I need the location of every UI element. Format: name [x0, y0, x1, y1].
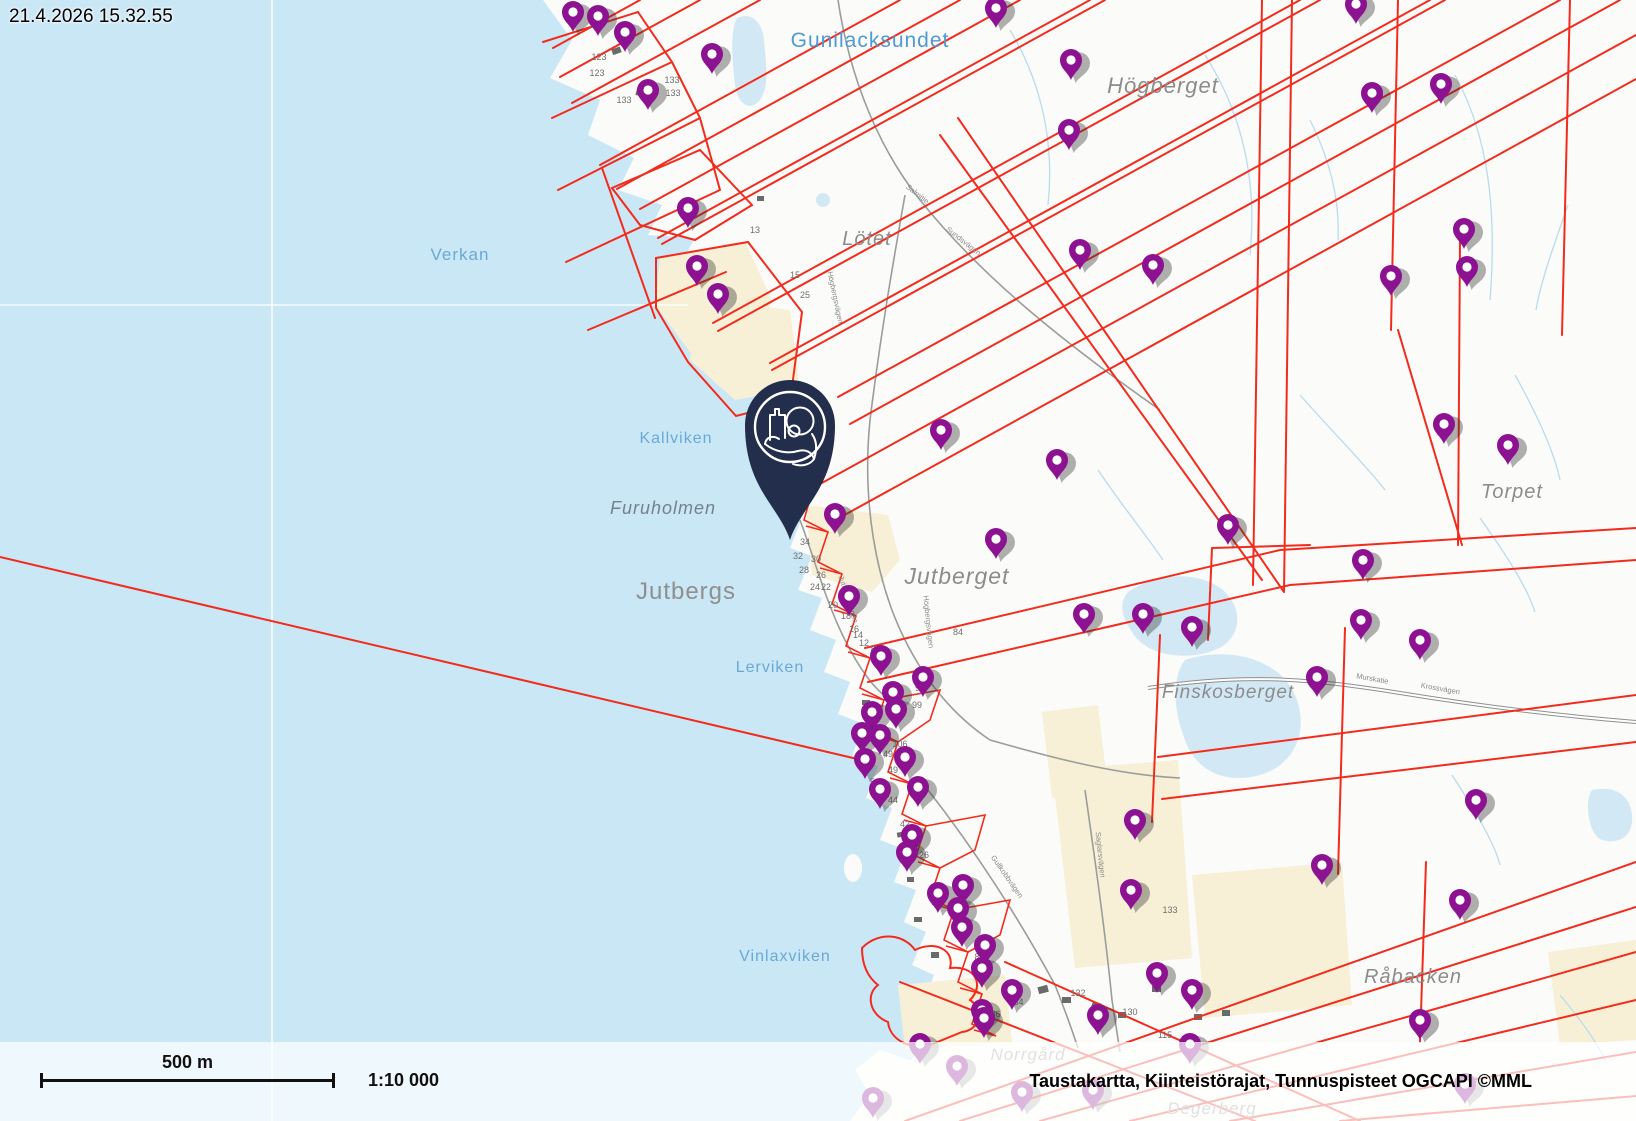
map-attribution: Taustakartta, Kiinteistörajat, Tunnuspis…	[1029, 1071, 1532, 1092]
parcel-number: 28	[799, 565, 809, 575]
place-label: Jutbergs	[636, 578, 736, 605]
parcel-number: 20	[828, 600, 838, 610]
map-canvas[interactable]: 1191231231331331331315253432302826242220…	[0, 0, 1636, 1121]
place-label: Gunilacksundet	[791, 29, 950, 52]
parcel-number: 13	[750, 225, 760, 235]
place-label: Vinlaxviken	[739, 948, 831, 965]
parcel-number: 49	[888, 765, 898, 775]
place-label: Högberget	[1107, 73, 1219, 98]
parcel-number: 34	[800, 537, 810, 547]
parcel-number: 32	[793, 551, 803, 561]
parcel-number: 24	[810, 582, 820, 592]
scale-bar-tick-right	[332, 1073, 335, 1088]
parcel-number: 12	[859, 638, 869, 648]
parcel-number: 132	[1070, 988, 1085, 998]
parcel-number: 130	[1122, 1007, 1137, 1017]
parcel-number: 84	[953, 627, 963, 637]
parcel-number: 133	[665, 88, 680, 98]
place-label: Verkan	[431, 245, 490, 264]
parcel-number: 123	[591, 52, 606, 62]
parcel-number: 133	[616, 95, 631, 105]
parcel-number: 26	[816, 570, 826, 580]
place-label: Finskosberget	[1162, 682, 1294, 703]
scale-bar-tick-left	[40, 1073, 43, 1088]
parcel-number: 133	[1162, 905, 1177, 915]
place-label: Lerviken	[736, 659, 804, 676]
timestamp: 21.4.2026 15.32.55	[9, 6, 173, 28]
place-label: Råbacken	[1364, 966, 1462, 988]
map-viewport[interactable]: 1191231231331331331315253432302826242220…	[0, 0, 1636, 1121]
place-label: Torpet	[1481, 481, 1543, 503]
place-label: Lötet	[842, 228, 892, 250]
place-label: Furuholmen	[610, 498, 716, 518]
scale-bar-label: 500 m	[40, 1052, 335, 1073]
scale-ratio: 1:10 000	[368, 1070, 439, 1091]
parcel-number: 30	[811, 554, 821, 564]
parcel-number: 115	[1158, 1030, 1172, 1040]
parcel-number: 133	[664, 75, 679, 85]
place-label: Kallviken	[639, 430, 712, 447]
parcel-number: 123	[589, 68, 604, 78]
scale-bar	[40, 1079, 335, 1082]
place-label: Jutberget	[904, 563, 1011, 589]
parcel-number: 25	[800, 290, 810, 300]
parcel-number: 15	[790, 270, 800, 280]
parcel-number: 22	[821, 582, 831, 592]
